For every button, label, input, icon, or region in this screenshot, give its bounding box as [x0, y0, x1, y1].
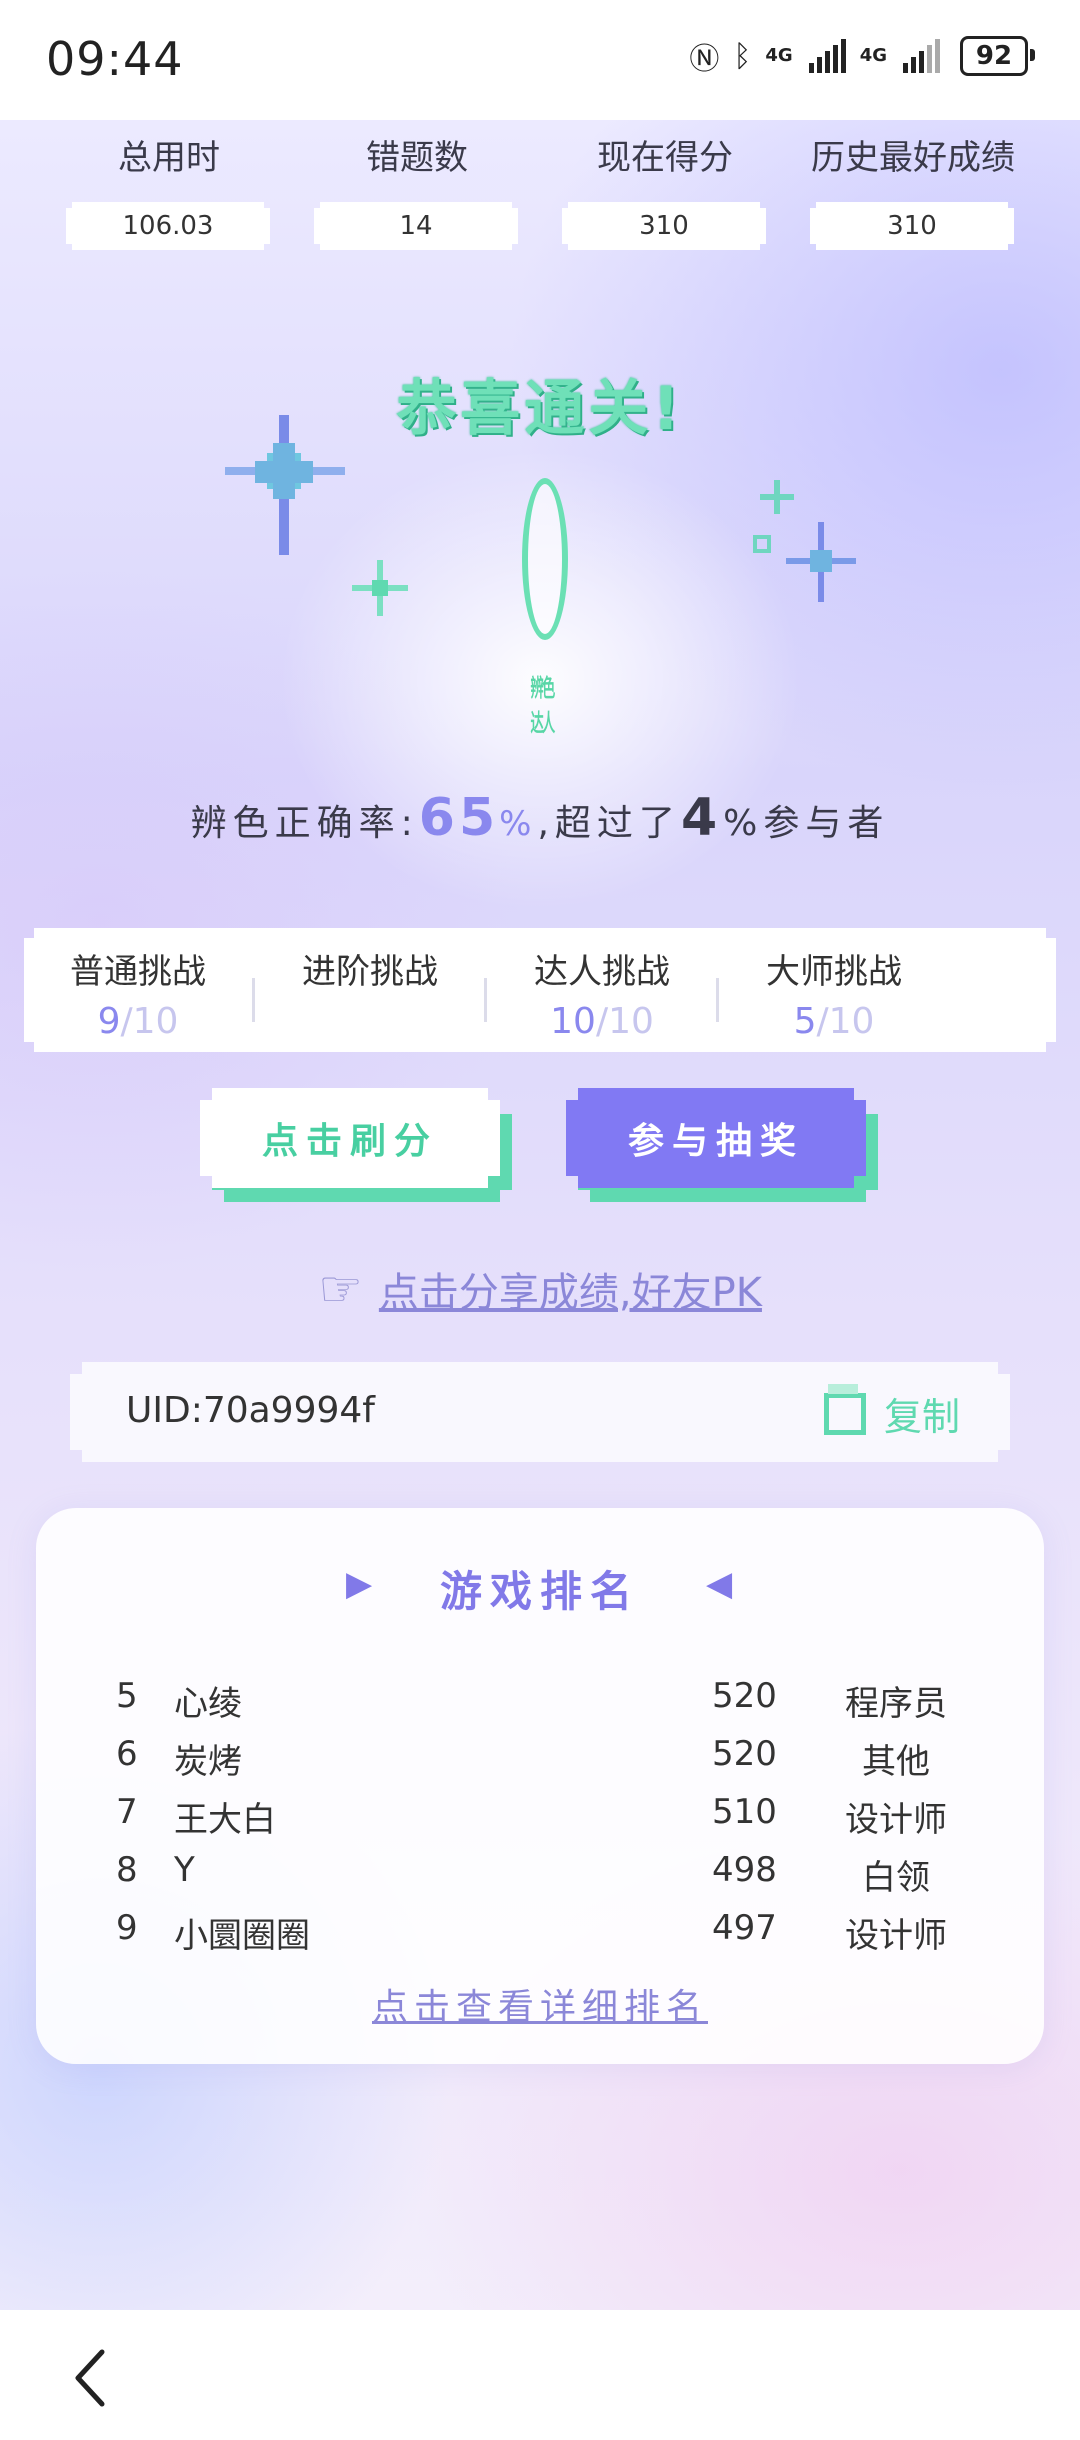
copy-button[interactable]: 复制 — [824, 1386, 960, 1441]
sparkle-large-icon — [225, 415, 345, 555]
accuracy-prefix: 辨色正确率: — [190, 803, 419, 844]
lottery-button[interactable]: 参与抽奖 — [566, 1088, 866, 1188]
rank-job: 设计师 — [845, 1916, 947, 1956]
battery-icon: 92 — [960, 36, 1035, 76]
accuracy-text: 辨色正确率:65%,超过了4%参与者 — [0, 788, 1080, 848]
pointing-hand-icon: ☞ — [318, 1260, 363, 1318]
rank-job: 白领 — [862, 1858, 930, 1898]
accuracy-percent: % — [499, 804, 538, 844]
stat-label-wrong-count: 错题数 — [366, 138, 468, 178]
ranking-row: 8 Y 498 白领 — [36, 1850, 1044, 1904]
ranking-row: 7 王大白 510 设计师 — [36, 1792, 1044, 1846]
nfc-icon: Ⓝ — [689, 42, 720, 77]
stats-labels: 总用时 错题数 现在得分 历史最好成绩 — [0, 130, 1080, 190]
challenge-score: 10/10 — [550, 1001, 654, 1042]
stat-label-current-score: 现在得分 — [597, 138, 733, 178]
divider — [252, 978, 255, 1022]
signal-2-icon — [903, 39, 940, 73]
badge-coin-icon — [522, 478, 568, 640]
sparkle-dot-icon — [753, 535, 771, 553]
status-bar: 09:44 Ⓝ ᛒ 4G 4G 92 — [0, 0, 1080, 120]
ranking-more-link[interactable]: 点击查看详细排名 — [36, 1978, 1044, 2030]
copy-icon — [824, 1393, 866, 1435]
arrow-left-icon: ◀ — [706, 1564, 733, 1604]
rank-name: Y — [174, 1850, 195, 1890]
badge-label: 辨色达人 — [530, 674, 555, 737]
stat-label-total-time: 总用时 — [118, 138, 220, 178]
rank-job: 其他 — [862, 1742, 930, 1782]
status-time: 09:44 — [46, 32, 184, 86]
surpass-prefix: ,超过了 — [537, 803, 681, 844]
surpass-value: 4 — [680, 788, 724, 848]
divider — [484, 978, 487, 1022]
rank-number: 6 — [116, 1734, 138, 1774]
congrats-title: 恭喜通关! — [396, 374, 684, 444]
challenge-title: 普通挑战 — [70, 952, 206, 992]
score-button[interactable]: 点击刷分 — [200, 1088, 500, 1188]
challenge-title: 进阶挑战 — [302, 952, 438, 992]
rank-score: 510 — [712, 1792, 777, 1832]
rank-score: 520 — [712, 1734, 777, 1774]
rank-score: 498 — [712, 1850, 777, 1890]
challenge-master[interactable]: 大师挑战 5/10 — [720, 928, 948, 1052]
ranking-title: 游戏排名 — [439, 1567, 640, 1616]
navigation-bar — [0, 2310, 1080, 2440]
share-row[interactable]: ☞ 点击分享成绩,好友PK — [0, 1260, 1080, 1318]
sparkle-tiny-icon — [760, 480, 794, 514]
ranking-row: 5 心绫 520 程序员 — [36, 1676, 1044, 1730]
share-link[interactable]: 点击分享成绩,好友PK — [379, 1260, 762, 1318]
challenge-expert[interactable]: 达人挑战 10/10 — [488, 928, 716, 1052]
sparkle-small-icon — [352, 560, 408, 616]
stat-value-current-score: 310 — [562, 202, 766, 250]
stat-label-best-score: 历史最好成绩 — [811, 138, 1015, 178]
challenge-bar: 普通挑战 9/10 进阶挑战 达人挑战 10/10 大师挑战 5/10 — [24, 928, 1056, 1052]
sparkle-medium-icon — [786, 522, 856, 602]
divider — [716, 978, 719, 1022]
rank-job: 设计师 — [845, 1800, 947, 1840]
copy-label: 复制 — [883, 1395, 960, 1439]
challenge-normal[interactable]: 普通挑战 9/10 — [24, 928, 252, 1052]
rank-number: 8 — [116, 1850, 138, 1890]
rank-name: 炭烤 — [174, 1742, 242, 1782]
stat-value-total-time: 106.03 — [66, 202, 270, 250]
rank-name: 小圜圈圈 — [174, 1916, 310, 1956]
rank-number: 5 — [116, 1676, 138, 1716]
signal-1-icon — [808, 39, 846, 73]
challenge-advanced[interactable]: 进阶挑战 — [256, 928, 484, 1052]
rank-job: 程序员 — [845, 1684, 947, 1724]
stat-value-wrong-count: 14 — [314, 202, 518, 250]
accuracy-value: 65 — [418, 788, 500, 848]
rank-name: 王大白 — [174, 1800, 276, 1840]
ranking-row: 6 炭烤 520 其他 — [36, 1734, 1044, 1788]
bluetooth-icon: ᛒ — [733, 38, 752, 74]
challenge-title: 大师挑战 — [766, 952, 902, 992]
rank-name: 心绫 — [174, 1684, 242, 1724]
game-result-screen: 总用时 错题数 现在得分 历史最好成绩 106.03 14 310 310 恭喜… — [0, 120, 1080, 2310]
rank-number: 9 — [116, 1908, 138, 1948]
ranking-row: 9 小圜圈圈 497 设计师 — [36, 1908, 1044, 1962]
ranking-card: ▶ 游戏排名 ◀ 5 心绫 520 程序员 6 炭烤 520 其他 7 王大白 … — [36, 1508, 1044, 2064]
status-icons: Ⓝ ᛒ 4G 4G 92 — [689, 34, 1035, 78]
network-type-1: 4G — [765, 45, 793, 66]
challenge-score: 9/10 — [97, 1001, 179, 1042]
stat-value-best-score: 310 — [810, 202, 1014, 250]
challenge-score: 5/10 — [793, 1001, 875, 1042]
uid-text: UID:70a9994f — [126, 1390, 375, 1431]
network-type-2: 4G — [859, 45, 887, 66]
uid-box: UID:70a9994f 复制 — [70, 1362, 1010, 1462]
rank-number: 7 — [116, 1792, 138, 1832]
rank-score: 520 — [712, 1676, 777, 1716]
challenge-title: 达人挑战 — [534, 952, 670, 992]
back-icon[interactable] — [70, 2348, 110, 2408]
surpass-suffix: %参与者 — [723, 803, 890, 844]
rank-score: 497 — [712, 1908, 777, 1948]
